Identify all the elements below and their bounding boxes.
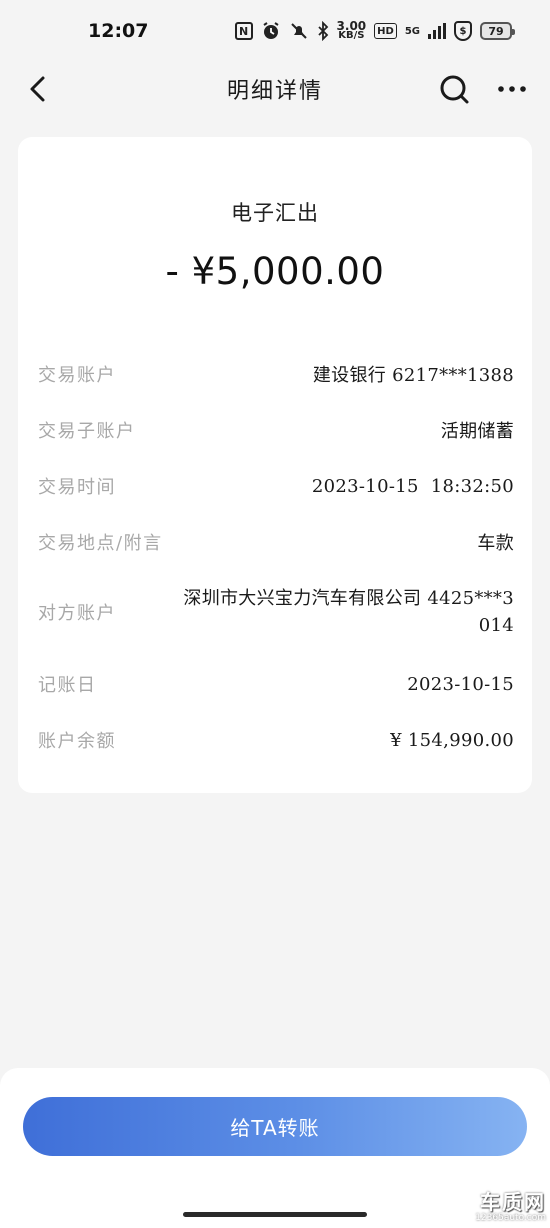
page-title: 明细详情 xyxy=(226,79,323,104)
nav-bar: 明细详情 xyxy=(0,62,550,116)
battery-icon: 79 xyxy=(480,22,515,40)
watermark-logo: 车质网 12365auto.com xyxy=(452,1186,546,1226)
detail-value: ¥ 154,990.00 xyxy=(390,729,514,751)
detail-label: 交易时间 xyxy=(38,477,116,498)
detail-label: 交易地点/附言 xyxy=(38,533,163,554)
transaction-detail-screen: 12:07 N 3.00 KB/S HD 5G $ 79 明细详情 电子汇出 -… xyxy=(0,0,550,1228)
shield-dollar-icon: $ xyxy=(454,21,472,41)
more-button[interactable] xyxy=(494,72,530,106)
detail-value: 车款 xyxy=(477,533,514,554)
mute-icon xyxy=(289,21,309,41)
network-speed-unit: KB/S xyxy=(338,30,365,41)
detail-row-sub-account: 交易子账户 活期储蓄 xyxy=(38,417,514,443)
transaction-type: 电子汇出 xyxy=(231,201,319,225)
transfer-to-payee-button[interactable]: 给TA转账 xyxy=(23,1097,527,1156)
detail-row-posting-date: 记账日 2023-10-15 xyxy=(38,671,514,697)
transaction-card: 电子汇出 - ¥5,000.00 交易账户 建设银行 6217***1388 交… xyxy=(18,137,532,793)
search-icon xyxy=(440,75,469,104)
detail-row-counterparty: 对方账户 深圳市大兴宝力汽车有限公司 4425***3014 xyxy=(38,585,514,639)
signal-icon xyxy=(428,23,446,39)
detail-row-memo: 交易地点/附言 车款 xyxy=(38,529,514,555)
status-time: 12:07 xyxy=(88,20,149,42)
detail-row-account: 交易账户 建设银行 6217***1388 xyxy=(38,361,514,387)
bluetooth-icon xyxy=(317,21,329,41)
detail-value: 2023-10-15 xyxy=(407,673,514,695)
detail-label: 交易子账户 xyxy=(38,421,136,442)
chevron-left-icon xyxy=(30,76,45,102)
detail-label: 交易账户 xyxy=(38,365,116,386)
transaction-amount: - ¥5,000.00 xyxy=(165,250,385,293)
watermark-brand: 车质网 xyxy=(480,1190,546,1214)
detail-value: 建设银行 6217***1388 xyxy=(312,365,514,386)
detail-label: 账户余额 xyxy=(38,731,116,752)
status-icons: N 3.00 KB/S HD 5G $ 79 xyxy=(234,20,515,41)
network-type: 5G xyxy=(404,25,420,37)
detail-value: 活期储蓄 xyxy=(440,421,514,442)
watermark-site: 12365auto.com xyxy=(475,1213,546,1223)
more-horizontal-icon xyxy=(498,86,526,92)
back-button[interactable] xyxy=(22,72,56,106)
detail-label: 对方账户 xyxy=(38,603,116,624)
detail-label: 记账日 xyxy=(38,675,97,696)
status-bar: 12:07 N 3.00 KB/S HD 5G $ 79 xyxy=(0,0,550,62)
search-button[interactable] xyxy=(437,72,471,106)
network-speed: 3.00 KB/S xyxy=(337,20,367,41)
alarm-icon xyxy=(261,21,281,41)
detail-value: 深圳市大兴宝力汽车有限公司 4425***3014 xyxy=(183,588,514,636)
detail-value: 2023-10-15 18:32:50 xyxy=(311,475,514,497)
nfc-icon: N xyxy=(234,22,253,40)
home-indicator[interactable] xyxy=(183,1212,367,1217)
hd-badge: HD xyxy=(374,23,397,39)
detail-row-time: 交易时间 2023-10-15 18:32:50 xyxy=(38,473,514,499)
detail-row-balance: 账户余额 ¥ 154,990.00 xyxy=(38,727,514,753)
